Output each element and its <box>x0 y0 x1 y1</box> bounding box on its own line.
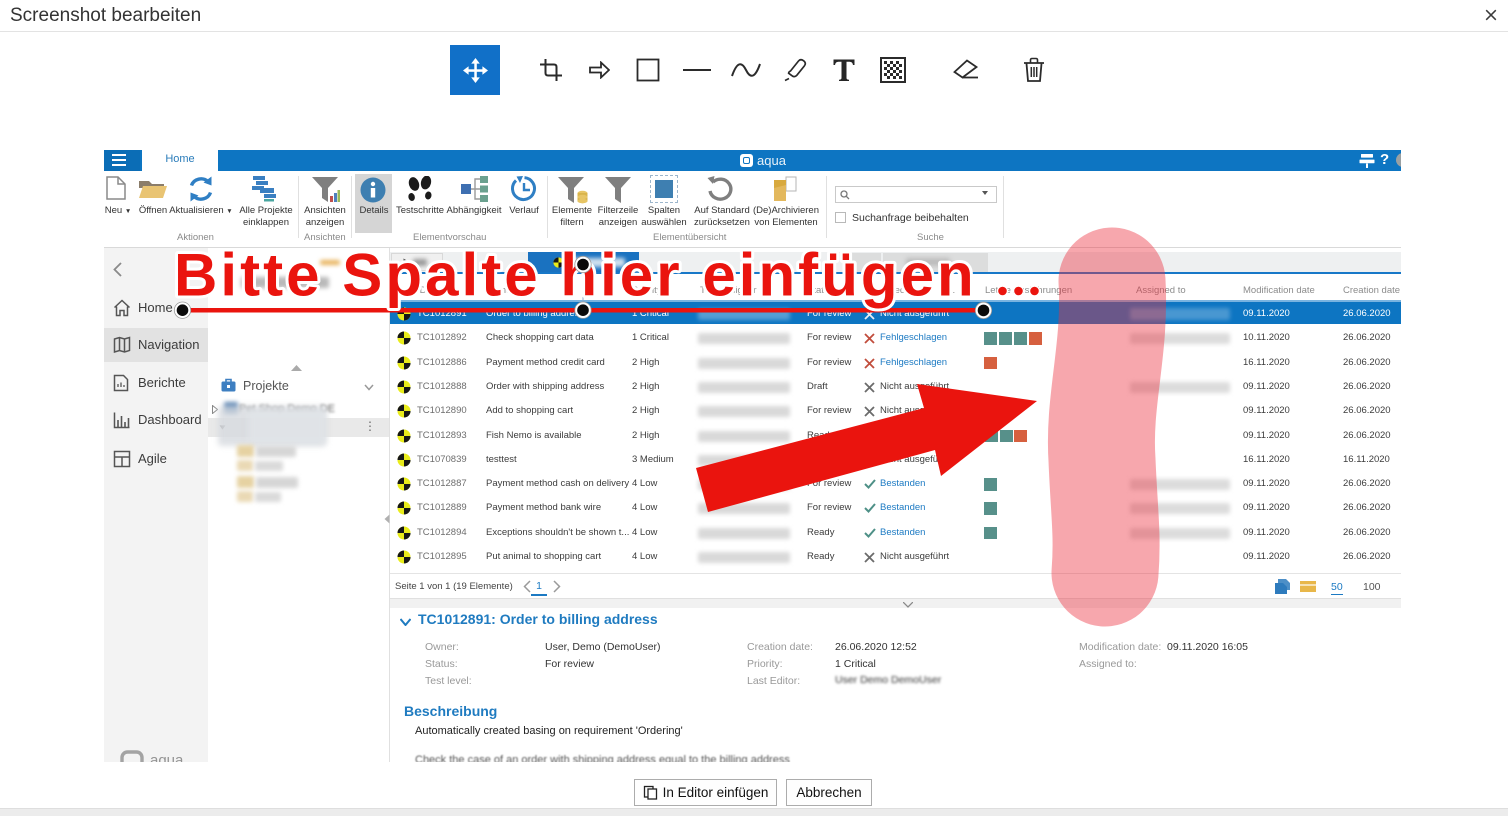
svg-text:Bitte Spalte hier einfügen: Bitte Spalte hier einfügen <box>174 242 977 309</box>
